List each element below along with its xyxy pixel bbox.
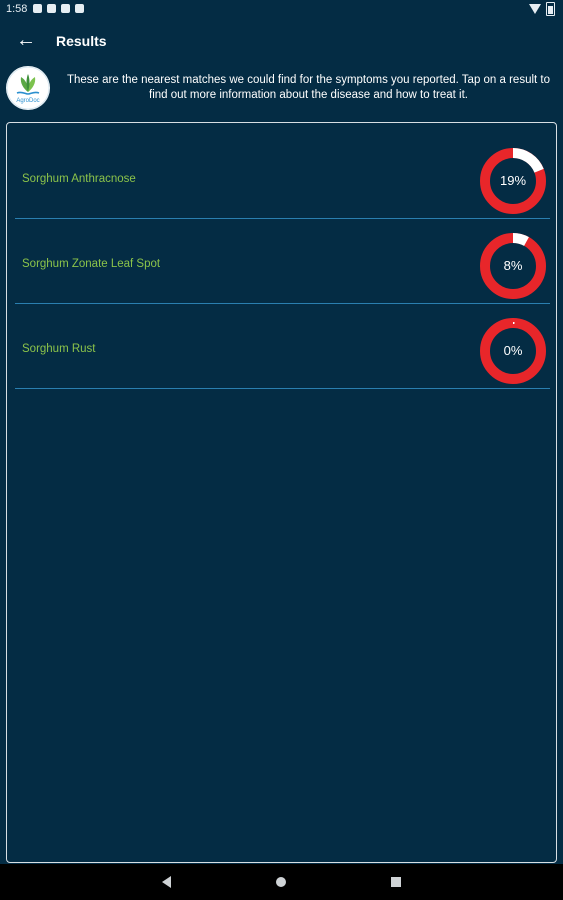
match-percent-ring: 8%	[480, 233, 546, 299]
notification-icon	[75, 4, 84, 13]
page-title: Results	[56, 33, 107, 49]
disease-name: Sorghum Anthracnose	[22, 173, 136, 185]
battery-icon	[546, 2, 555, 16]
intro-section: AgroDoc These are the nearest matches we…	[0, 64, 563, 118]
status-time: 1:58	[6, 3, 28, 15]
result-row[interactable]: Sorghum Anthracnose 19%	[15, 133, 550, 219]
match-percent-ring: 19%	[480, 148, 546, 214]
nav-back-icon[interactable]	[162, 876, 171, 888]
logo-text: AgroDoc	[16, 98, 39, 104]
agrodoc-logo: AgroDoc	[6, 66, 50, 110]
match-percent-label: 19%	[499, 173, 527, 188]
intro-message: These are the nearest matches we could f…	[66, 74, 551, 101]
system-nav-bar	[0, 864, 563, 900]
notification-icon	[47, 4, 56, 13]
results-list: Sorghum Anthracnose 19% Sorghum Zonate L…	[6, 122, 557, 863]
match-percent-label: 0%	[503, 343, 523, 358]
disease-name: Sorghum Rust	[22, 343, 96, 355]
nav-home-icon[interactable]	[276, 877, 286, 887]
notification-icon	[33, 4, 42, 13]
back-arrow-icon[interactable]: ←	[14, 28, 38, 52]
match-percent-ring: 0%	[480, 318, 546, 384]
disease-name: Sorghum Zonate Leaf Spot	[22, 258, 161, 270]
status-bar: 1:58	[0, 0, 563, 18]
match-percent-label: 8%	[503, 258, 523, 273]
result-row[interactable]: Sorghum Rust 0%	[15, 303, 550, 389]
app-bar: ← Results	[0, 18, 563, 64]
notification-icon	[61, 4, 70, 13]
nav-recents-icon[interactable]	[391, 877, 401, 887]
wifi-icon	[529, 4, 541, 14]
result-row[interactable]: Sorghum Zonate Leaf Spot 8%	[15, 218, 550, 304]
